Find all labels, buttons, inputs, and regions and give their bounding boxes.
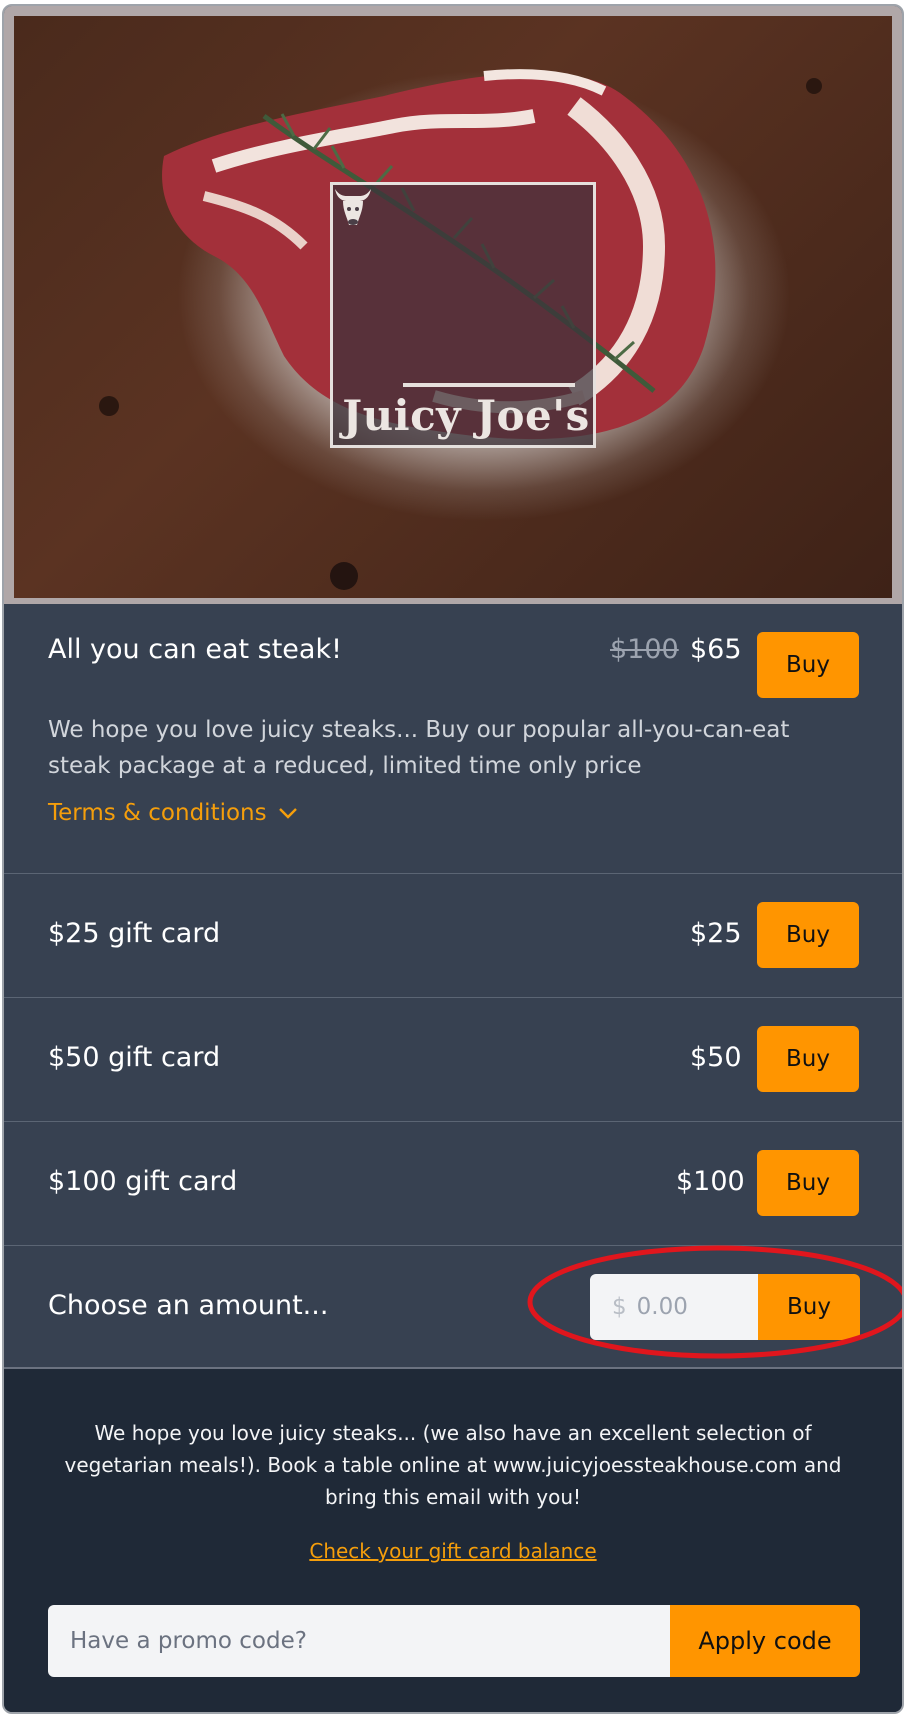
offer-row-steak: All you can eat steak! $100 $65 Buy We h…	[4, 604, 902, 874]
hero-banner: Juicy Joe's	[4, 6, 902, 604]
custom-amount-row: Choose an amount... $ Buy	[4, 1246, 902, 1369]
gift-card-email: Juicy Joe's All you can eat steak! $100 …	[2, 4, 904, 1714]
original-price: $100	[610, 634, 679, 665]
promo-code-group: Apply code	[48, 1605, 860, 1677]
offer-title: All you can eat steak!	[48, 634, 342, 665]
offer-title: $50 gift card	[48, 1042, 221, 1073]
footer-message: We hope you love juicy steaks... (we als…	[64, 1421, 842, 1509]
custom-amount-title: Choose an amount...	[48, 1290, 329, 1321]
gift-card-balance-link[interactable]: Check your gift card balance	[4, 1539, 902, 1563]
offer-row-gift-25: $25 gift card $25 Buy	[4, 874, 902, 998]
logo-divider	[403, 383, 575, 387]
terms-label: Terms & conditions	[48, 800, 267, 826]
offer-title: $25 gift card	[48, 918, 221, 949]
steak-photo: Juicy Joe's	[14, 16, 892, 598]
buy-button-gift-50[interactable]: Buy	[757, 1026, 859, 1092]
buy-button-custom-amount[interactable]: Buy	[758, 1274, 860, 1340]
offer-title: $100 gift card	[48, 1166, 238, 1197]
brand-name: Juicy Joe's	[342, 391, 590, 440]
currency-symbol: $	[612, 1294, 627, 1320]
footer: We hope you love juicy steaks... (we als…	[4, 1369, 902, 1712]
offer-price: $25	[690, 918, 742, 949]
custom-amount-group: $ Buy	[590, 1274, 860, 1340]
offer-price: $50	[690, 1042, 742, 1073]
amount-input[interactable]	[634, 1293, 749, 1321]
offer-row-gift-100: $100 gift card $100 Buy	[4, 1122, 902, 1246]
offer-price: $100	[676, 1166, 745, 1197]
apply-code-button[interactable]: Apply code	[670, 1605, 860, 1677]
amount-field-box: $	[590, 1274, 758, 1340]
promo-code-input[interactable]	[48, 1605, 670, 1677]
chevron-down-icon	[278, 808, 297, 819]
buy-button-steak[interactable]: Buy	[757, 632, 859, 698]
brand-logo: Juicy Joe's	[330, 182, 596, 448]
offer-price: $65	[690, 634, 742, 665]
offer-list: All you can eat steak! $100 $65 Buy We h…	[4, 604, 902, 1369]
offer-description: We hope you love juicy steaks... Buy our…	[48, 717, 790, 779]
offer-row-gift-50: $50 gift card $50 Buy	[4, 998, 902, 1122]
buy-button-gift-100[interactable]: Buy	[757, 1150, 859, 1216]
terms-toggle[interactable]: Terms & conditions	[48, 800, 299, 826]
bull-head-icon	[335, 189, 371, 225]
buy-button-gift-25[interactable]: Buy	[757, 902, 859, 968]
